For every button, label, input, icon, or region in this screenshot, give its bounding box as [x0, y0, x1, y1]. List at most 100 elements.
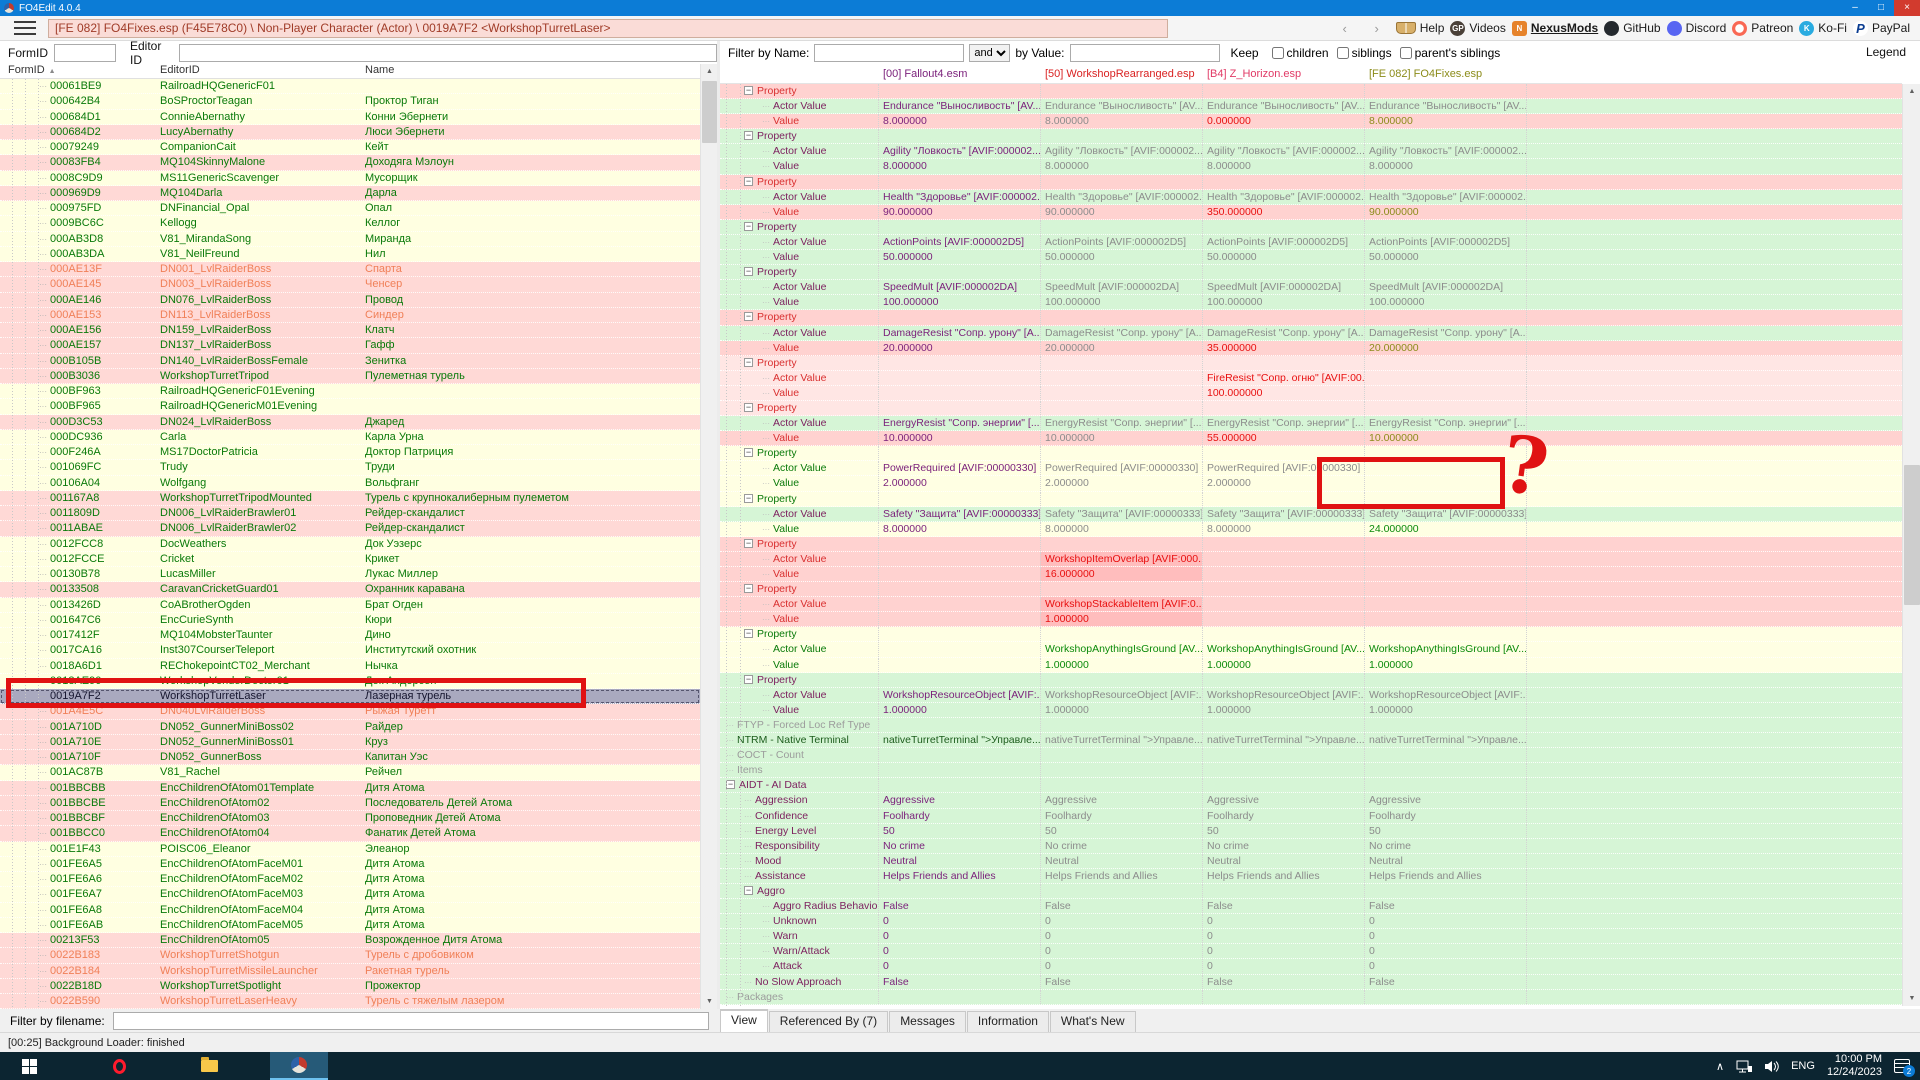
collapse-icon[interactable]: − — [744, 886, 753, 895]
row-label[interactable]: −Property — [720, 129, 878, 143]
table-row[interactable]: −Property — [720, 356, 1902, 371]
cell-formid[interactable]: 000BF963 — [50, 384, 160, 398]
table-row[interactable]: ···00133508CaravanCricketGuard01Охранник… — [0, 582, 700, 597]
table-row[interactable]: ···0011809DDN006_LvlRaiderBrawler01Рейде… — [0, 506, 700, 521]
cell-plugin-2[interactable] — [1202, 401, 1364, 415]
cell-plugin-2[interactable]: Health "Здоровье" [AVIF:000002... — [1202, 190, 1364, 204]
table-row[interactable]: ···0019A7F2WorkshopTurretLaserЛазерная т… — [0, 689, 700, 704]
collapse-icon[interactable]: − — [744, 494, 753, 503]
cell-plugin-3[interactable] — [1364, 310, 1526, 324]
cell-plugin-1[interactable] — [1040, 884, 1202, 898]
cell-plugin-0[interactable]: 50 — [878, 824, 1040, 838]
cell-plugin-0[interactable]: 0 — [878, 944, 1040, 958]
link-github[interactable]: GitHub — [1604, 21, 1660, 36]
table-row[interactable]: −Aggro — [720, 884, 1902, 899]
cell-plugin-3[interactable]: 90.000000 — [1364, 205, 1526, 219]
cell-plugin-1[interactable] — [1040, 371, 1202, 385]
cell-plugin-0[interactable] — [878, 990, 1040, 1004]
collapse-icon[interactable]: − — [744, 448, 753, 457]
cell-formid[interactable]: 0011ABAE — [50, 521, 160, 535]
cell-editorid[interactable]: MS17DoctorPatricia — [160, 445, 365, 459]
cell-editorid[interactable]: DN040LvlRaiderBoss — [160, 704, 365, 718]
cell-plugin-3[interactable]: Agility "Ловкость" [AVIF:000002... — [1364, 144, 1526, 158]
cell-plugin-1[interactable] — [1040, 175, 1202, 189]
table-row[interactable]: ···00083FB4MQ104SkinnyMaloneДоходяга Мэл… — [0, 155, 700, 170]
cell-plugin-3[interactable] — [1364, 763, 1526, 777]
cell-editorid[interactable]: DN137_LvlRaiderBoss — [160, 338, 365, 352]
cell-name[interactable]: Джаред — [365, 415, 700, 429]
table-row[interactable]: ···000BF965RailroadHQGenericM01Evening — [0, 399, 700, 414]
cell-editorid[interactable]: EncChildrenOfAtomFaceM05 — [160, 918, 365, 932]
row-label[interactable]: −Property — [720, 446, 878, 460]
row-label[interactable]: ···Unknown — [720, 914, 878, 928]
cell-formid[interactable]: 001647C6 — [50, 613, 160, 627]
cell-plugin-2[interactable]: Aggressive — [1202, 793, 1364, 807]
cell-editorid[interactable]: DN159_LvlRaiderBoss — [160, 323, 365, 337]
cell-plugin-2[interactable] — [1202, 175, 1364, 189]
table-row[interactable]: ···001FE6A7EncChildrenOfAtomFaceM03Дитя … — [0, 887, 700, 902]
cell-plugin-3[interactable]: Aggressive — [1364, 793, 1526, 807]
cell-name[interactable]: Прожектор — [365, 979, 700, 993]
table-row[interactable]: ···Actor ValueHealth "Здоровье" [AVIF:00… — [720, 190, 1902, 205]
table-row[interactable]: −Property — [720, 310, 1902, 325]
cell-editorid[interactable]: Cricket — [160, 552, 365, 566]
cell-plugin-1[interactable]: False — [1040, 899, 1202, 913]
table-row[interactable]: ···001BBCBBEncChildrenOfAtom01TemplateДи… — [0, 781, 700, 796]
cell-plugin-1[interactable]: WorkshopStackableItem [AVIF:0... — [1040, 597, 1202, 611]
table-row[interactable]: ···Value8.0000008.0000000.0000008.000000 — [720, 114, 1902, 129]
row-label[interactable]: ···Value — [720, 250, 878, 264]
cell-formid[interactable]: 0017412F — [50, 628, 160, 642]
cell-plugin-2[interactable]: PowerRequired [AVIF:00000330] — [1202, 461, 1364, 475]
plugin-column-header[interactable]: [FE 082] FO4Fixes.esp — [1364, 68, 1526, 80]
table-row[interactable]: ···Actor ValueWorkshopAnythingIsGround [… — [720, 642, 1902, 657]
cell-name[interactable]: Рейдер-скандалист — [365, 521, 700, 535]
cell-plugin-2[interactable] — [1202, 612, 1364, 626]
cell-plugin-1[interactable]: Aggressive — [1040, 793, 1202, 807]
cell-plugin-2[interactable]: Agility "Ловкость" [AVIF:000002... — [1202, 144, 1364, 158]
cell-plugin-1[interactable]: 1.000000 — [1040, 703, 1202, 717]
cell-editorid[interactable]: EncChildrenOfAtomFaceM04 — [160, 903, 365, 917]
cell-plugin-0[interactable] — [878, 778, 1040, 792]
checkbox-children[interactable] — [1272, 47, 1284, 59]
cell-plugin-3[interactable] — [1364, 673, 1526, 687]
cell-editorid[interactable]: DN052_GunnerBoss — [160, 750, 365, 764]
cell-formid[interactable]: 000B3036 — [50, 369, 160, 383]
cell-formid[interactable]: 001FE6AB — [50, 918, 160, 932]
cell-editorid[interactable]: DocWeathers — [160, 537, 365, 551]
right-scrollbar[interactable]: ▲ ▼ — [1902, 84, 1920, 1006]
cell-plugin-0[interactable]: 0 — [878, 929, 1040, 943]
cell-plugin-1[interactable] — [1040, 386, 1202, 400]
cell-formid[interactable]: 001A710D — [50, 720, 160, 734]
table-row[interactable]: ···Actor ValuePowerRequired [AVIF:000003… — [720, 461, 1902, 476]
cell-editorid[interactable]: POISC06_Eleanor — [160, 842, 365, 856]
table-row[interactable]: ···Value8.0000008.0000008.0000008.000000 — [720, 159, 1902, 174]
table-row[interactable]: ···MoodNeutralNeutralNeutralNeutral — [720, 854, 1902, 869]
cell-formid[interactable]: 001AC87B — [50, 765, 160, 779]
cell-plugin-0[interactable] — [878, 718, 1040, 732]
cell-formid[interactable]: 0018AE90 — [50, 674, 160, 688]
cell-plugin-3[interactable]: 100.000000 — [1364, 295, 1526, 309]
table-row[interactable]: ···000AE146DN076_LvlRaiderBossПровод — [0, 293, 700, 308]
row-label[interactable]: ···Actor Value — [720, 144, 878, 158]
cell-formid[interactable]: 000AE156 — [50, 323, 160, 337]
checkbox-siblings[interactable] — [1337, 47, 1349, 59]
cell-plugin-0[interactable]: False — [878, 975, 1040, 989]
cell-plugin-3[interactable]: 8.000000 — [1364, 114, 1526, 128]
tab-messages[interactable]: Messages — [889, 1011, 966, 1032]
tab-view[interactable]: View — [720, 1009, 768, 1032]
cell-formid[interactable]: 000BF965 — [50, 399, 160, 413]
cell-formid[interactable]: 001FE6A6 — [50, 872, 160, 886]
cell-plugin-0[interactable] — [878, 84, 1040, 98]
table-row[interactable]: ···NTRM - Native TerminalnativeTurretTer… — [720, 733, 1902, 748]
table-row[interactable]: ···FTYP - Forced Loc Ref Type — [720, 718, 1902, 733]
cell-plugin-3[interactable]: 0 — [1364, 929, 1526, 943]
cell-name[interactable]: Доходяга Мэлоун — [365, 155, 700, 169]
table-row[interactable]: ···001E1F43POISC06_EleanorЭлеанор — [0, 842, 700, 857]
cell-formid[interactable]: 001BBCBE — [50, 796, 160, 810]
cell-name[interactable]: Спарта — [365, 262, 700, 276]
cell-plugin-1[interactable] — [1040, 401, 1202, 415]
cell-plugin-0[interactable]: 1.000000 — [878, 703, 1040, 717]
row-label[interactable]: ···Actor Value — [720, 416, 878, 430]
cell-plugin-2[interactable]: 0.000000 — [1202, 114, 1364, 128]
cell-formid[interactable]: 00213F53 — [50, 933, 160, 947]
